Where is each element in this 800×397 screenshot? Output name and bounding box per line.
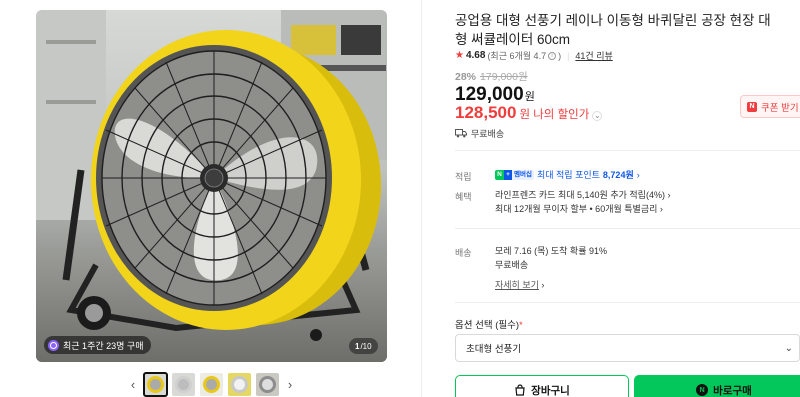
shopping-bag-icon bbox=[515, 384, 525, 396]
recent-purchase-text: 최근 1주간 23명 구매 bbox=[63, 340, 144, 351]
thumbnail-2[interactable] bbox=[172, 372, 195, 396]
points-row[interactable]: N + 멤버십 최대 적립 포인트 8,724원 › bbox=[495, 168, 640, 182]
discount-rate: 28% bbox=[455, 71, 477, 83]
image-counter-total: /10 bbox=[360, 341, 372, 351]
image-counter-current: 1 bbox=[355, 341, 360, 351]
points-amount: 8,724원 bbox=[602, 170, 634, 180]
option-label: 옵션 선택 (필수)* bbox=[455, 317, 523, 331]
divider bbox=[455, 228, 800, 229]
star-icon: ★ bbox=[455, 50, 464, 61]
delivery-more-link[interactable]: 자세히 보기 › bbox=[495, 278, 607, 292]
free-shipping: 무료배송 bbox=[455, 127, 504, 140]
np-membership: 멤버십 bbox=[512, 170, 534, 180]
perk-installment-text: 최대 12개월 무이자 할부 • 60개월 특별금리 bbox=[495, 204, 658, 214]
my-discount-label: 원 나의 할인가 bbox=[519, 109, 590, 121]
info-icon[interactable]: i bbox=[548, 51, 557, 60]
option-select[interactable]: 초대형 선풍기 ⌄ bbox=[455, 334, 800, 362]
required-mark: * bbox=[519, 320, 523, 331]
rating-detail: (최근 6개월 4.7 bbox=[487, 51, 547, 61]
points-label: 적립 bbox=[455, 172, 472, 182]
delivery-fee: 무료배송 bbox=[495, 260, 529, 270]
free-shipping-text: 무료배송 bbox=[471, 129, 505, 139]
rating-score: 4.68 bbox=[465, 50, 486, 61]
thumbnail-5[interactable] bbox=[256, 372, 279, 396]
thumbnail-4[interactable] bbox=[228, 372, 251, 396]
delivery-eta: 모레 7.16 (목) 도착 확률 91% bbox=[495, 246, 607, 256]
perks-label: 혜택 bbox=[455, 192, 472, 202]
thumbnail-3[interactable] bbox=[200, 372, 223, 396]
perk-card-reward-text: 라인프렌즈 카드 최대 5,140원 추가 적립(4%) bbox=[495, 190, 665, 200]
my-discount-price: 128,500 bbox=[455, 103, 517, 122]
thumb-prev-icon[interactable]: ‹ bbox=[127, 374, 139, 394]
perks-list: 라인프렌즈 카드 최대 5,140원 추가 적립(4%) › 최대 12개월 무… bbox=[495, 188, 670, 216]
fan-illustration bbox=[36, 10, 387, 341]
column-divider bbox=[421, 0, 422, 397]
product-main-image[interactable] bbox=[36, 10, 387, 362]
divider bbox=[455, 150, 800, 151]
np-plus: + bbox=[504, 170, 512, 180]
delivery-info: 모레 7.16 (목) 도착 확률 91% 무료배송 자세히 보기 › bbox=[495, 244, 607, 292]
cart-label: 장바구니 bbox=[531, 384, 570, 397]
thumbnail-1[interactable] bbox=[143, 371, 168, 397]
rating-row: ★ 4.68 (최근 6개월 4.7 i ) | 41건 리뷰 bbox=[455, 49, 613, 62]
perk-card-reward[interactable]: 라인프렌즈 카드 최대 5,140원 추가 적립(4%) › bbox=[495, 188, 670, 202]
np-n: N bbox=[495, 170, 504, 180]
delivery-label: 배송 bbox=[455, 248, 472, 258]
option-selected-value: 초대형 선풍기 bbox=[466, 344, 522, 355]
chevron-down-icon: ⌄ bbox=[784, 343, 793, 354]
sale-price-unit: 원 bbox=[524, 91, 535, 103]
naver-plus-membership-icon: N + 멤버십 bbox=[495, 170, 534, 180]
chevron-down-icon[interactable]: ⌄ bbox=[592, 110, 603, 121]
rating-separator: | bbox=[567, 50, 570, 61]
divider bbox=[455, 302, 800, 303]
naver-pay-icon: N bbox=[696, 384, 709, 396]
option-label-text: 옵션 선택 (필수) bbox=[455, 320, 520, 331]
my-discount-price-row[interactable]: 128,500 원 나의 할인가 ⌄ bbox=[455, 103, 603, 123]
delivery-more-text: 자세히 보기 bbox=[495, 280, 539, 290]
image-counter: 1 /10 bbox=[349, 338, 378, 354]
review-count-link[interactable]: 41건 리뷰 bbox=[575, 49, 612, 62]
recent-purchase-badge: 최근 1주간 23명 구매 bbox=[44, 336, 152, 354]
perk-installment[interactable]: 최대 12개월 무이자 할부 • 60개월 특별금리 › bbox=[495, 202, 670, 216]
naver-coupon-icon: N bbox=[747, 101, 757, 112]
thumb-next-icon[interactable]: › bbox=[284, 374, 296, 394]
truck-icon bbox=[455, 129, 467, 138]
coupon-button[interactable]: N 쿠폰 받기 bbox=[740, 95, 800, 118]
buy-now-button[interactable]: N 바로구매 bbox=[634, 375, 800, 397]
original-price: 179,000원 bbox=[480, 71, 528, 83]
coupon-label: 쿠폰 받기 bbox=[761, 102, 799, 114]
product-title: 공업용 대형 선풍기 레이나 이동형 바퀴달린 공장 현장 대형 써큘레이터 6… bbox=[455, 13, 771, 47]
thumbnail-strip: ‹ › bbox=[127, 371, 296, 397]
buy-label: 바로구매 bbox=[713, 384, 752, 397]
chevron-right-icon: › bbox=[636, 170, 640, 180]
points-prefix: 최대 적립 포인트 bbox=[536, 170, 600, 180]
add-to-cart-button[interactable]: 장바구니 bbox=[455, 375, 629, 397]
purchase-icon bbox=[48, 339, 59, 351]
discount-row: 28% 179,000원 bbox=[455, 69, 528, 84]
rating-detail-close: ) bbox=[558, 50, 562, 61]
